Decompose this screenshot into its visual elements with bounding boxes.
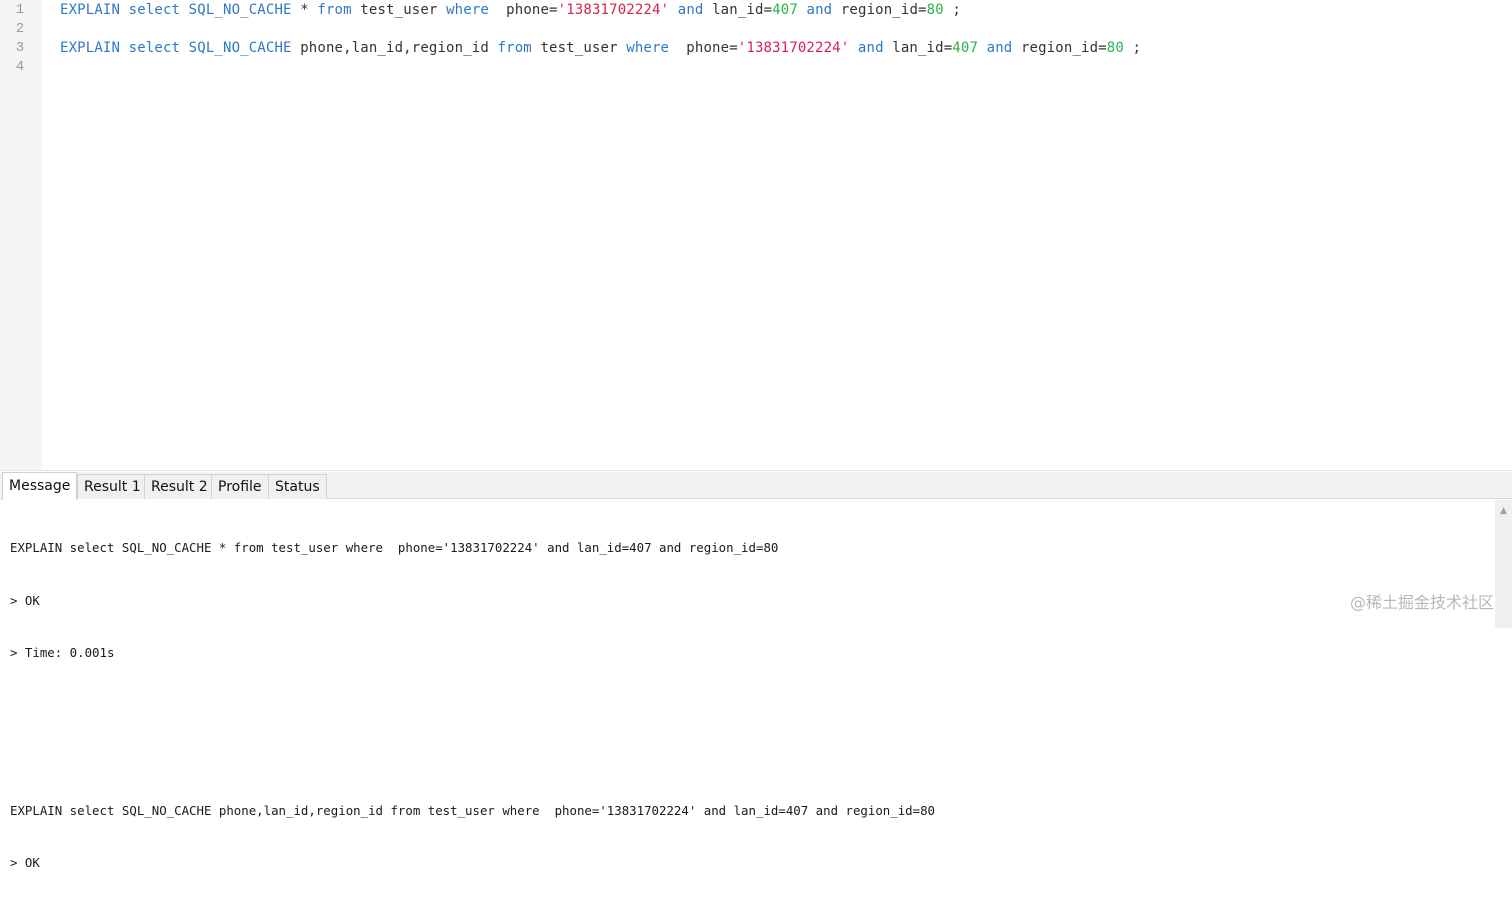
tab-message[interactable]: Message [2,472,78,500]
sql-text: test_user [351,2,447,18]
sql-number: 80 [1106,40,1124,56]
message-line [10,749,1480,767]
line-number-gutter: 1 2 3 4 [0,0,42,470]
sql-text: lan_id= [883,40,953,56]
scroll-up-icon[interactable]: ▲ [1495,506,1512,516]
sql-text: phone,lan_id,region_id [291,40,498,56]
line-number: 3 [15,40,25,56]
vertical-scrollbar[interactable]: ▲ [1495,500,1512,628]
tab-result-2[interactable]: Result 2 [144,474,215,499]
sql-text: ; [943,2,961,18]
message-line: EXPLAIN select SQL_NO_CACHE * from test_… [10,540,779,555]
results-tab-bar: Message Result 1 Result 2 Profile Status [0,472,1512,500]
sql-string: '13831702224' [737,40,850,56]
tab-result-1[interactable]: Result 1 [77,474,148,499]
tab-status[interactable]: Status [268,474,327,499]
line-number: 1 [15,2,25,18]
sql-text: test_user [531,40,627,56]
sql-text: region_id= [832,2,927,18]
sql-keyword: and [677,2,704,18]
sql-text: lan_id= [703,2,773,18]
sql-keyword: and [857,40,884,56]
tab-profile[interactable]: Profile [211,474,269,499]
sql-text: region_id= [1012,40,1107,56]
message-line: > Time: 0.001s [10,645,115,660]
code-line-3[interactable]: EXPLAIN select SQL_NO_CACHE phone,lan_id… [60,39,1141,58]
sql-editor[interactable]: 1 2 3 4 EXPLAIN select SQL_NO_CACHE * fr… [0,0,1512,470]
watermark-text: @稀土掘金技术社区 [1349,593,1494,612]
message-line [10,697,1480,715]
sql-text: ; [1123,40,1142,56]
message-log[interactable]: EXPLAIN select SQL_NO_CACHE * from test_… [10,504,1480,907]
sql-text: * [291,2,318,18]
sql-text: phone= [669,40,738,56]
sql-keyword: and [986,40,1013,56]
sql-keyword: where [446,2,489,18]
sql-keyword: EXPLAIN select SQL_NO_CACHE [60,40,292,56]
results-panel: Message Result 1 Result 2 Profile Status… [0,470,1512,870]
sql-text: phone= [489,2,558,18]
sql-number: 80 [926,2,944,18]
sql-number: 407 [772,2,798,18]
sql-string: '13831702224' [557,2,670,18]
message-line: EXPLAIN select SQL_NO_CACHE phone,lan_id… [10,802,936,818]
sql-keyword: EXPLAIN select SQL_NO_CACHE [60,2,292,18]
sql-keyword: and [806,2,833,18]
message-line: > OK [10,592,40,608]
message-line: > OK [10,855,40,870]
line-number: 2 [15,21,25,37]
code-line-1[interactable]: EXPLAIN select SQL_NO_CACHE * from test_… [60,1,961,20]
sql-number: 407 [952,40,979,56]
line-number: 4 [15,59,25,75]
sql-keyword: where [626,40,670,56]
sql-keyword: from [497,40,532,56]
sql-keyword: from [317,2,352,18]
